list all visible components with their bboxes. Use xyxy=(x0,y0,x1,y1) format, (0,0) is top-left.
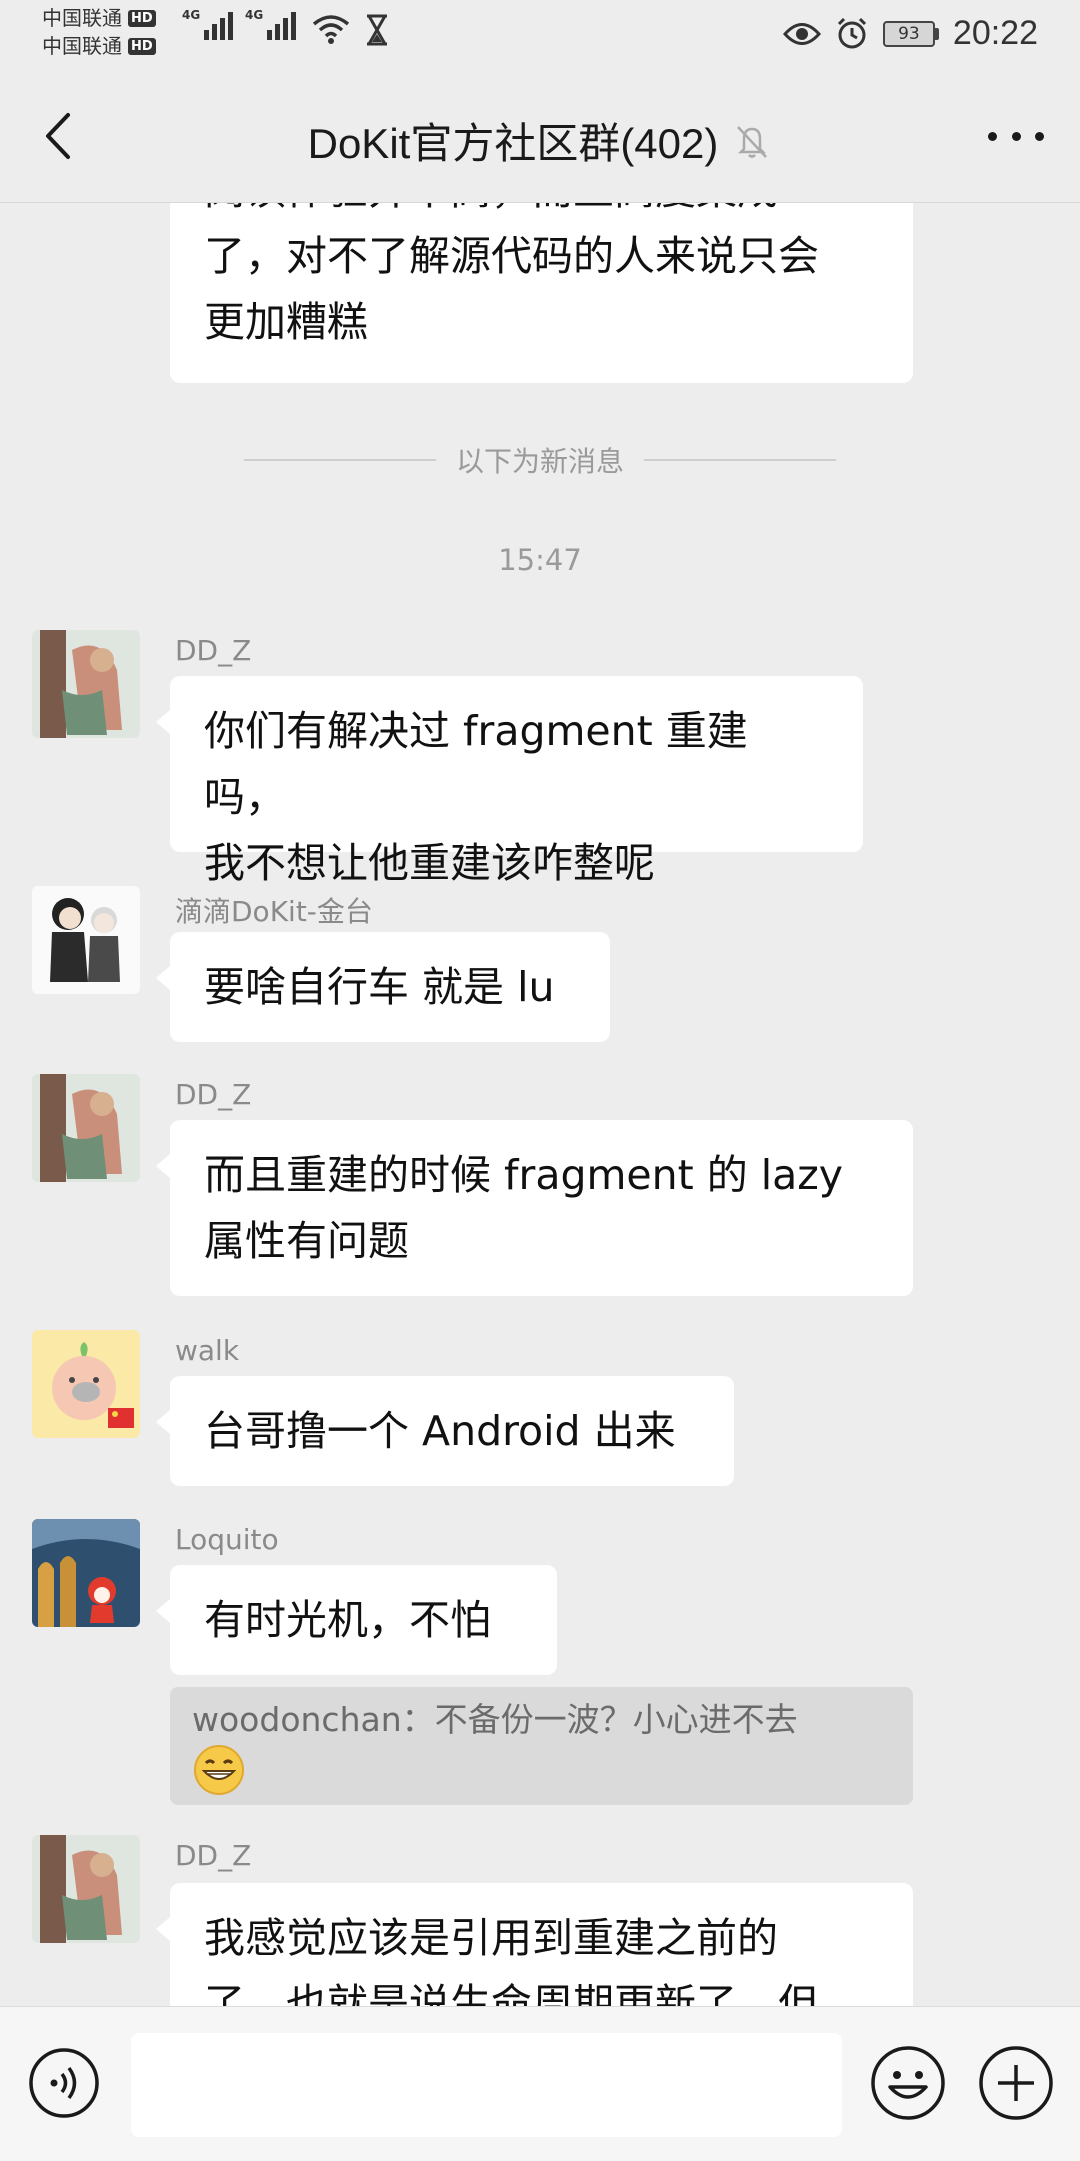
signal-icon: 4G xyxy=(182,8,233,40)
message-line: 你们有解决过 fragment 重建吗， xyxy=(204,707,748,821)
message-line: 了，也就是说生命周期更新了，但 xyxy=(204,1980,819,2006)
message-bubble[interactable]: 你们有解决过 fragment 重建吗， 我不想让他重建该咋整呢 xyxy=(156,676,863,887)
title-wrap: DoKit官方社区群(402) xyxy=(0,110,1080,171)
message-line: 了，对不了解源代码的人来说只会 xyxy=(204,232,819,280)
message-bubble[interactable]: 有时光机，不怕 xyxy=(156,1565,557,1675)
message-input[interactable] xyxy=(131,2033,842,2137)
status-bar: 中国联通 HD 中国联通 HD 4G 4G 93 20:22 xyxy=(0,0,1080,70)
new-messages-divider: 以下为新消息 xyxy=(244,440,837,480)
input-bar xyxy=(0,2006,1080,2161)
plus-icon[interactable] xyxy=(978,2045,1054,2121)
avatar[interactable] xyxy=(32,1330,140,1438)
hd-badge: HD xyxy=(128,37,156,55)
bell-off-icon xyxy=(737,125,768,158)
message-line: 我不想让他重建该咋整呢 xyxy=(204,839,655,887)
more-dots-icon xyxy=(988,131,997,141)
sender-name: walk xyxy=(175,1334,240,1367)
quoted-message[interactable]: woodonchan：不备份一波？小心进不去 xyxy=(170,1687,913,1805)
carrier-2: 中国联通 xyxy=(42,34,122,58)
divider-label: 以下为新消息 xyxy=(456,445,625,478)
signal-icon: 4G xyxy=(245,8,296,40)
message-line: 阅读体验并不高，而且高度集成 xyxy=(204,203,879,223)
chat-messages[interactable]: 阅读体验并不高，而且高度集成 了，对不了解源代码的人来说只会 更加糟糕 以下为新… xyxy=(0,203,1080,2006)
alarm-icon xyxy=(837,17,866,48)
message-bubble[interactable]: 要啥自行车 就是 lu xyxy=(156,932,610,1042)
message-bubble[interactable]: 我感觉应该是引用到重建之前的 了，也就是说生命周期更新了，但 xyxy=(156,1883,913,2006)
hourglass-icon xyxy=(367,14,387,46)
avatar[interactable] xyxy=(32,1074,140,1182)
avatar[interactable] xyxy=(32,1519,140,1627)
message-line: 有时光机，不怕 xyxy=(204,1596,491,1644)
more-button[interactable] xyxy=(980,116,1052,156)
message-line: 台哥撸一个 Android 出来 xyxy=(204,1407,676,1455)
message-line: 我感觉应该是引用到重建之前的 xyxy=(204,1914,778,1962)
page-title: DoKit官方社区群(402) xyxy=(307,120,719,167)
status-time: 20:22 xyxy=(952,14,1038,52)
message-bubble[interactable]: 阅读体验并不高，而且高度集成 了，对不了解源代码的人来说只会 更加糟糕 xyxy=(170,203,913,383)
avatar[interactable] xyxy=(32,630,140,738)
battery-icon: 93 xyxy=(882,20,939,47)
wifi-icon xyxy=(312,15,350,44)
carrier-info: 中国联通 HD 中国联通 HD xyxy=(42,4,156,60)
sender-name: DD_Z xyxy=(175,1078,252,1111)
sender-name: DD_Z xyxy=(175,1839,252,1872)
message-line: 要啥自行车 就是 lu xyxy=(204,963,555,1011)
hd-badge: HD xyxy=(128,9,156,27)
battery-level: 93 xyxy=(898,23,920,44)
message-line: 而且重建的时候 fragment 的 lazy xyxy=(204,1151,844,1199)
avatar[interactable] xyxy=(32,1835,140,1943)
quote-text: woodonchan：不备份一波？小心进不去 xyxy=(192,1700,798,1739)
sender-name: 滴滴DoKit-金台 xyxy=(175,895,373,928)
avatar[interactable] xyxy=(32,886,140,994)
eye-icon xyxy=(782,22,821,45)
smiley-icon[interactable] xyxy=(870,2045,946,2121)
network-label: 4G xyxy=(245,8,264,22)
message-bubble[interactable]: 而且重建的时候 fragment 的 lazy 属性有问题 xyxy=(156,1120,913,1296)
message-bubble[interactable]: 台哥撸一个 Android 出来 xyxy=(156,1376,734,1486)
message-timestamp: 15:47 xyxy=(498,543,582,577)
voice-icon[interactable] xyxy=(28,2047,100,2119)
sender-name: DD_Z xyxy=(175,634,252,667)
grinning-emoji xyxy=(194,1745,244,1795)
network-label: 4G xyxy=(182,8,201,22)
message-line: 属性有问题 xyxy=(204,1217,409,1265)
status-right: 93 20:22 xyxy=(782,14,1038,53)
message-line: 更加糟糕 xyxy=(204,298,368,346)
signal-icons: 4G 4G xyxy=(182,8,296,40)
sender-name: Loquito xyxy=(175,1523,279,1556)
chat-header: DoKit官方社区群(402) xyxy=(0,70,1080,203)
carrier-1: 中国联通 xyxy=(42,6,122,30)
